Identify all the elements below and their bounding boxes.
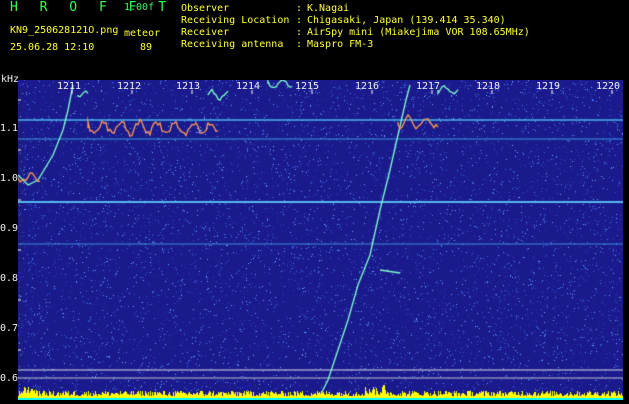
datetime-label: 25.06.28 12:10: [10, 42, 95, 53]
filename-label: KN9_250628121O.png: [10, 25, 119, 36]
meteor-count: 89: [140, 42, 153, 53]
version-label: 1.00f: [124, 2, 155, 13]
meteor-label: meteor: [124, 28, 161, 39]
axis-unit-label: kHz: [1, 74, 20, 85]
time-tick-label: 1214: [236, 81, 261, 92]
time-tick-label: 1217: [416, 81, 441, 92]
time-tick-label: 1215: [295, 81, 320, 92]
receiver-label: Receiver: [181, 27, 230, 38]
antenna-sep: :: [296, 39, 303, 50]
y-tick-label: 1.1: [0, 123, 19, 134]
y-tick-label: 0.8: [0, 273, 19, 284]
time-tick-label: 1216: [355, 81, 380, 92]
observer-value: K.Nagai: [307, 3, 350, 14]
spectrogram-canvas: [18, 80, 623, 400]
location-label: Receiving Location: [181, 15, 290, 26]
y-tick-label: 0.7: [0, 323, 19, 334]
y-tick-label: 0.9: [0, 223, 19, 234]
y-tick-label: 1.0: [0, 173, 19, 184]
antenna-label: Receiving antenna: [181, 39, 284, 50]
antenna-value: Maspro FM-3: [307, 39, 374, 50]
observer-sep: :: [296, 3, 303, 14]
time-tick-label: 1213: [176, 81, 201, 92]
time-tick-label: 1212: [117, 81, 142, 92]
time-tick-label: 1211: [57, 81, 82, 92]
time-tick-label: 1220: [596, 81, 621, 92]
time-tick-label: 1218: [476, 81, 501, 92]
spectrogram-panel: [18, 80, 623, 400]
location-value: Chigasaki, Japan (139.414 35.340): [307, 15, 506, 26]
location-sep: :: [296, 15, 303, 26]
receiver-sep: :: [296, 27, 303, 38]
receiver-value: AirSpy mini (Miakejima VOR 108.65MHz): [307, 27, 530, 38]
time-tick-label: 1219: [536, 81, 561, 92]
y-tick-label: 0.6: [0, 373, 19, 384]
observer-label: Observer: [181, 3, 230, 14]
header-panel: H R O F F T 1.00f KN9_250628121O.png 25.…: [0, 0, 629, 80]
